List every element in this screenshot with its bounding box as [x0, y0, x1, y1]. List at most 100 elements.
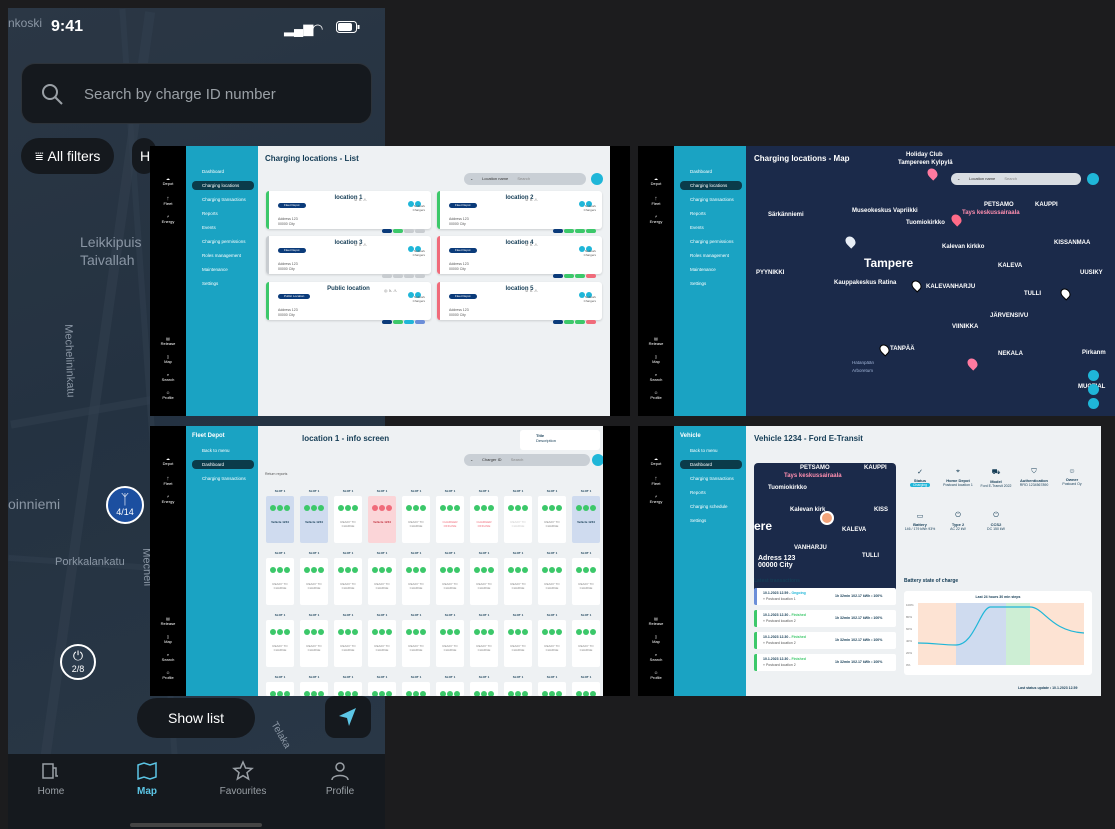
- action-icons[interactable]: [578, 239, 594, 252]
- sidebar-item-charging-permissions[interactable]: Charging permissions: [680, 237, 742, 246]
- map-view[interactable]: Charging locations - Map ⌄ Location name…: [746, 146, 1115, 416]
- nav-item-fleet[interactable]: ᛉ Fleet: [150, 476, 186, 486]
- sidebar-item-events[interactable]: Events: [680, 223, 742, 232]
- charger-slot[interactable]: SLOT 1 READY TO CHARGE: [300, 613, 328, 667]
- nav-item-energy[interactable]: ⚡ Energy: [638, 494, 674, 504]
- charger-slot[interactable]: SLOT 1: [300, 675, 328, 696]
- all-filters-button[interactable]: ⩸ All filters: [21, 138, 115, 174]
- location-pin[interactable]: [965, 356, 980, 371]
- charger-slot[interactable]: SLOT 1 READY TO CHARGE: [402, 613, 430, 667]
- nav-item-energy[interactable]: ⚡ Energy: [638, 214, 674, 224]
- sidebar-item-charging-schedule[interactable]: Charging schedule: [680, 502, 742, 511]
- nav-item-search[interactable]: ⌕ Search: [150, 652, 186, 662]
- charger-slot[interactable]: SLOT 1 READY TO CHARGE: [470, 551, 498, 605]
- nav-item-release[interactable]: ▤ Release: [150, 336, 186, 346]
- sidebar-item-dashboard[interactable]: Dashboard: [192, 167, 254, 176]
- charger-slot[interactable]: SLOT 1 READY TO CHARGE: [572, 551, 600, 605]
- action-icons[interactable]: [407, 285, 423, 298]
- sidebar-item-charging-locations[interactable]: Charging locations: [680, 181, 742, 190]
- action-icons[interactable]: [407, 194, 423, 207]
- sidebar-item-roles-management[interactable]: Roles management: [680, 251, 742, 260]
- tab-profile[interactable]: Profile: [305, 760, 375, 797]
- layers-button[interactable]: [1088, 398, 1099, 409]
- charger-slot[interactable]: SLOT 1 READY TO CHARGE: [504, 613, 532, 667]
- charger-slot[interactable]: SLOT 1: [470, 675, 498, 696]
- charger-slot[interactable]: SLOT 1 CHARGER OFFLINE: [470, 489, 498, 543]
- charger-slot[interactable]: SLOT 1: [504, 675, 532, 696]
- vehicle-location-map[interactable]: PETSAMO KAUPPI Tays keskussairaala Tuomi…: [754, 463, 896, 597]
- nav-item-fleet[interactable]: ᛉ Fleet: [638, 196, 674, 206]
- nav-item-release[interactable]: ▤ Release: [150, 616, 186, 626]
- nav-item-profile[interactable]: ☺ Profile: [638, 670, 674, 680]
- charger-slot[interactable]: SLOT 1 READY TO CHARGE: [436, 551, 464, 605]
- sidebar-item-dashboard[interactable]: Dashboard: [192, 460, 254, 469]
- transaction-row[interactable]: 10.1.2023 12.30 - Finished ⌖ Postcard lo…: [754, 610, 896, 627]
- nav-item-map[interactable]: ▯ Map: [638, 634, 674, 644]
- charging-location-pin[interactable]: ᛉ 4/14: [106, 486, 144, 524]
- show-list-button[interactable]: Show list: [137, 698, 255, 738]
- sidebar-item-reports[interactable]: Reports: [680, 488, 742, 497]
- sidebar-item-reports[interactable]: Reports: [192, 209, 254, 218]
- sidebar-item-charging-transactions[interactable]: Charging transactions: [192, 474, 254, 483]
- search-input[interactable]: Search: [1004, 176, 1017, 181]
- charger-slot[interactable]: SLOT 1 READY TO CHARGE: [266, 551, 294, 605]
- locate-me-button[interactable]: [325, 696, 371, 738]
- nav-item-map[interactable]: ▯ Map: [150, 634, 186, 644]
- search-button[interactable]: [1087, 173, 1099, 185]
- charger-slot[interactable]: SLOT 1 READY TO CHARGE: [266, 613, 294, 667]
- charger-slot[interactable]: SLOT 1 READY TO CHARGE: [470, 613, 498, 667]
- nav-item-search[interactable]: ⌕ Search: [638, 652, 674, 662]
- search-bar[interactable]: Search by charge ID number: [21, 63, 372, 124]
- vehicle-marker[interactable]: [820, 511, 834, 525]
- sidebar-item-charging-transactions[interactable]: Charging transactions: [680, 195, 742, 204]
- search-button[interactable]: [591, 173, 603, 185]
- charger-slot[interactable]: SLOT 1 Vehicle 1234: [572, 489, 600, 543]
- charger-slot[interactable]: SLOT 1: [436, 675, 464, 696]
- sidebar-item-dashboard[interactable]: Dashboard: [680, 460, 742, 469]
- zoom-out-button[interactable]: [1088, 384, 1099, 395]
- transaction-row[interactable]: 10.1.2023 12.30 - Finished ⌖ Postcard lo…: [754, 654, 896, 671]
- location-card[interactable]: location 1 ⊘ ♿ ⚠ Fleet Depot Network Char…: [266, 191, 431, 233]
- location-card[interactable]: location 3 ⊘ ♿ ⚠ Fleet Depot Network Char…: [266, 236, 431, 278]
- charger-slot[interactable]: SLOT 1 READY TO CHARGE: [402, 551, 430, 605]
- sidebar-item-reports[interactable]: Reports: [680, 209, 742, 218]
- transaction-row[interactable]: 10.1.2023 12.30 - Finished ⌖ Postcard lo…: [754, 632, 896, 649]
- sidebar-item-events[interactable]: Events: [192, 223, 254, 232]
- tab-home[interactable]: Home: [16, 760, 86, 797]
- zoom-in-button[interactable]: [1088, 370, 1099, 381]
- nav-item-search[interactable]: ⌕ Search: [638, 372, 674, 382]
- location-search-field[interactable]: ⌄ Location name Search: [464, 173, 586, 185]
- sidebar-item-roles-management[interactable]: Roles management: [192, 251, 254, 260]
- charger-slot[interactable]: SLOT 1 READY TO CHARGE: [538, 551, 566, 605]
- nav-item-depot[interactable]: ☁ Depot: [150, 456, 186, 466]
- tab-map[interactable]: Map: [112, 760, 182, 797]
- charger-slot[interactable]: SLOT 1 READY TO CHARGE: [538, 613, 566, 667]
- sidebar-item-charging-transactions[interactable]: Charging transactions: [192, 195, 254, 204]
- charger-slot[interactable]: SLOT 1 CHARGER OFFLINE: [436, 489, 464, 543]
- charger-slot[interactable]: SLOT 1 READY TO CHARGE: [334, 613, 362, 667]
- charger-slot[interactable]: SLOT 1: [334, 675, 362, 696]
- charger-slot[interactable]: SLOT 1 Vehicle 1234: [368, 489, 396, 543]
- nav-item-profile[interactable]: ☺ Profile: [150, 390, 186, 400]
- charger-slot[interactable]: SLOT 1: [538, 675, 566, 696]
- transaction-row[interactable]: 10.1.2023 12.59 - Ongoing ⌖ Postcard loc…: [754, 588, 896, 605]
- nav-item-map[interactable]: ▯ Map: [150, 354, 186, 364]
- nav-item-fleet[interactable]: ᛉ Fleet: [638, 476, 674, 486]
- sidebar-item-settings[interactable]: Settings: [192, 279, 254, 288]
- nav-item-depot[interactable]: ☁ Depot: [638, 176, 674, 186]
- nav-item-release[interactable]: ▤ Release: [638, 336, 674, 346]
- charger-slot[interactable]: SLOT 1 READY TO CHARGE: [334, 489, 362, 543]
- charger-slot[interactable]: SLOT 1 READY TO CHARGE: [538, 489, 566, 543]
- search-input[interactable]: Search: [511, 457, 524, 462]
- nav-item-energy[interactable]: ⚡ Energy: [150, 494, 186, 504]
- charger-slot[interactable]: SLOT 1 READY TO CHARGE: [368, 551, 396, 605]
- location-pin[interactable]: [877, 342, 892, 357]
- charger-slot[interactable]: SLOT 1 READY TO CHARGE: [572, 613, 600, 667]
- nav-item-search[interactable]: ⌕ Search: [150, 372, 186, 382]
- charger-slot[interactable]: SLOT 1 Vehicle 1234: [266, 489, 294, 543]
- charger-slot[interactable]: SLOT 1: [266, 675, 294, 696]
- sidebar-item-charging-locations[interactable]: Charging locations: [192, 181, 254, 190]
- nav-item-depot[interactable]: ☁ Depot: [150, 176, 186, 186]
- location-pin[interactable]: [925, 166, 940, 181]
- sidebar-item-charging-transactions[interactable]: Charging transactions: [680, 474, 742, 483]
